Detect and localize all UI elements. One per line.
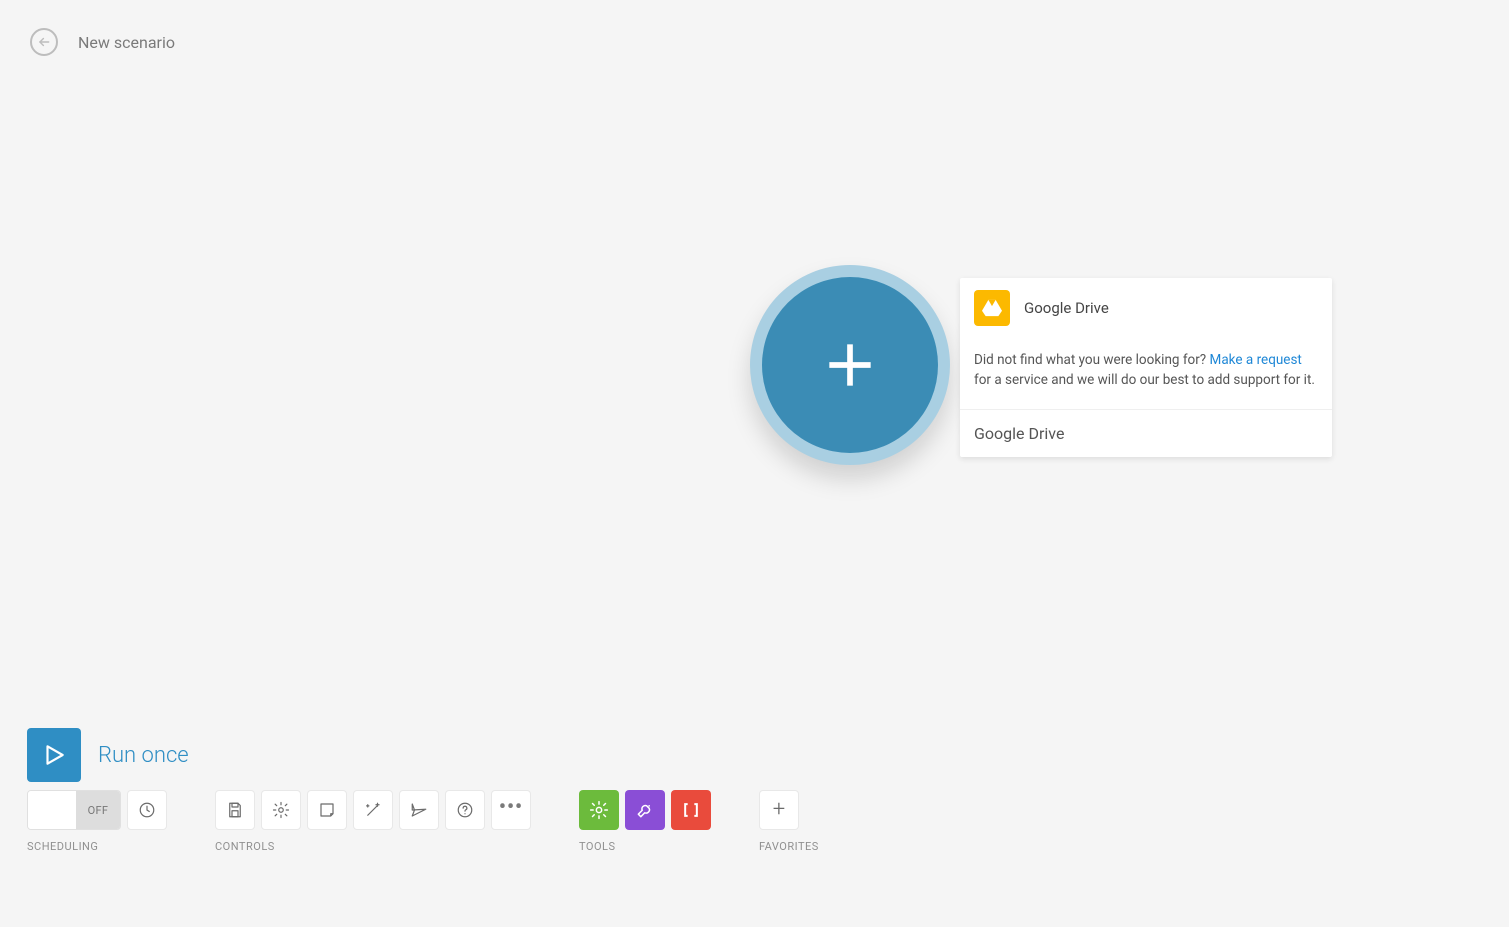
- save-button[interactable]: [215, 790, 255, 830]
- header: New scenario: [30, 28, 175, 56]
- group-favorites: + FAVORITES: [759, 790, 819, 853]
- group-label-tools: TOOLS: [579, 840, 711, 853]
- plus-icon: [819, 334, 881, 396]
- service-search-input[interactable]: [974, 424, 1318, 443]
- add-favorite-button[interactable]: +: [759, 790, 799, 830]
- request-suffix-text: for a service and we will do our best to…: [974, 372, 1315, 388]
- help-icon: [456, 801, 474, 819]
- run-once-wrap: Run once: [27, 728, 189, 782]
- google-drive-icon: [974, 290, 1010, 326]
- note-icon: [318, 801, 336, 819]
- toggle-state-label: OFF: [76, 791, 120, 829]
- add-module-button[interactable]: [762, 277, 938, 453]
- notes-button[interactable]: [307, 790, 347, 830]
- group-label-favorites: FAVORITES: [759, 840, 819, 853]
- run-once-label: Run once: [98, 743, 189, 768]
- gear-white-icon: [589, 800, 609, 820]
- request-prefix-text: Did not find what you were looking for?: [974, 352, 1210, 368]
- run-once-button[interactable]: [27, 728, 81, 782]
- clock-icon: [138, 801, 156, 819]
- add-module-node-halo: [750, 265, 950, 465]
- toggle-knob: [28, 791, 76, 829]
- save-icon: [226, 801, 244, 819]
- service-suggestion-panel: Google Drive Did not find what you were …: [960, 278, 1332, 457]
- play-icon: [41, 742, 67, 768]
- service-result-google-drive[interactable]: Google Drive: [960, 278, 1332, 338]
- wrench-icon: [635, 800, 655, 820]
- group-scheduling: OFF SCHEDULING: [27, 790, 167, 853]
- group-tools: TOOLS: [579, 790, 711, 853]
- help-button[interactable]: [445, 790, 485, 830]
- make-request-link[interactable]: Make a request: [1210, 352, 1302, 368]
- bottom-toolbar: OFF SCHEDULING: [27, 790, 819, 853]
- airplane-icon: [410, 801, 428, 819]
- group-controls: ••• CONTROLS: [215, 790, 531, 853]
- gear-icon: [272, 801, 290, 819]
- brackets-icon: [681, 800, 701, 820]
- service-search-row: [960, 410, 1332, 457]
- auto-align-button[interactable]: [353, 790, 393, 830]
- settings-button[interactable]: [261, 790, 301, 830]
- arrow-left-icon: [37, 35, 51, 49]
- tool-text-parser-button[interactable]: [671, 790, 711, 830]
- make-request-hint: Did not find what you were looking for? …: [960, 338, 1332, 410]
- back-button[interactable]: [30, 28, 58, 56]
- more-button[interactable]: •••: [491, 790, 531, 830]
- page-title[interactable]: New scenario: [78, 33, 175, 52]
- scenario-canvas[interactable]: New scenario Google Drive Did not find w…: [0, 0, 1509, 927]
- tool-tools-button[interactable]: [625, 790, 665, 830]
- drive-triangle-icon: [981, 298, 1003, 318]
- scheduling-toggle[interactable]: OFF: [27, 790, 121, 830]
- explain-flow-button[interactable]: [399, 790, 439, 830]
- tool-flow-control-button[interactable]: [579, 790, 619, 830]
- group-label-controls: CONTROLS: [215, 840, 531, 853]
- group-label-scheduling: SCHEDULING: [27, 840, 167, 853]
- service-name-label: Google Drive: [1024, 299, 1109, 317]
- magic-wand-icon: [364, 801, 382, 819]
- schedule-settings-button[interactable]: [127, 790, 167, 830]
